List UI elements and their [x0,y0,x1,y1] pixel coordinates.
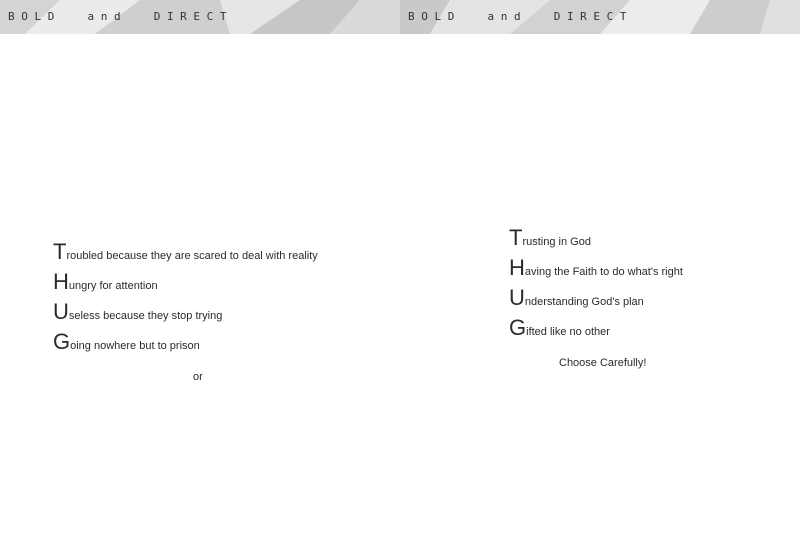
banner-left: B O L D a n d D I R E C T [0,0,400,34]
acrostic-text: ungry for attention [68,280,158,292]
choose-carefully-text: Choose Carefully! [559,357,647,369]
acrostic-line: Trusting in God [509,226,683,256]
or-separator: or [193,371,203,383]
acrostic-text: oing nowhere but to prison [70,340,200,352]
acrostic-initial: G [509,315,527,340]
acrostic-text: nderstanding God's plan [524,296,644,308]
acrostic-line: Hungry for attention [53,270,318,300]
acrostic-initial: U [53,299,69,324]
acrostic-text: seless because they stop trying [68,310,223,322]
acrostic-line: Useless because they stop trying [53,300,318,330]
acrostic-line: Gifted like no other [509,316,683,346]
thug-acrostic-positive: Trusting in God Having the Faith to do w… [509,226,683,346]
acrostic-initial: T [53,239,67,264]
acrostic-initial: U [509,285,525,310]
thug-acrostic-negative: Troubled because they are scared to deal… [53,240,318,360]
acrostic-initial: G [53,329,71,354]
acrostic-initial: T [509,225,523,250]
banner-right: B O L D a n d D I R E C T [400,0,800,34]
acrostic-text: aving the Faith to do what's right [524,266,683,278]
acrostic-line: Understanding God's plan [509,286,683,316]
acrostic-text: rusting in God [522,236,591,248]
acrostic-initial: H [509,255,525,280]
acrostic-line: Going nowhere but to prison [53,330,318,360]
banner-left-text: B O L D a n d D I R E C T [8,10,227,23]
acrostic-text: ifted like no other [526,326,610,338]
acrostic-text: roubled because they are scared to deal … [66,250,318,262]
acrostic-initial: H [53,269,69,294]
acrostic-line: Troubled because they are scared to deal… [53,240,318,270]
banner-right-text: B O L D a n d D I R E C T [408,10,627,23]
acrostic-line: Having the Faith to do what's right [509,256,683,286]
